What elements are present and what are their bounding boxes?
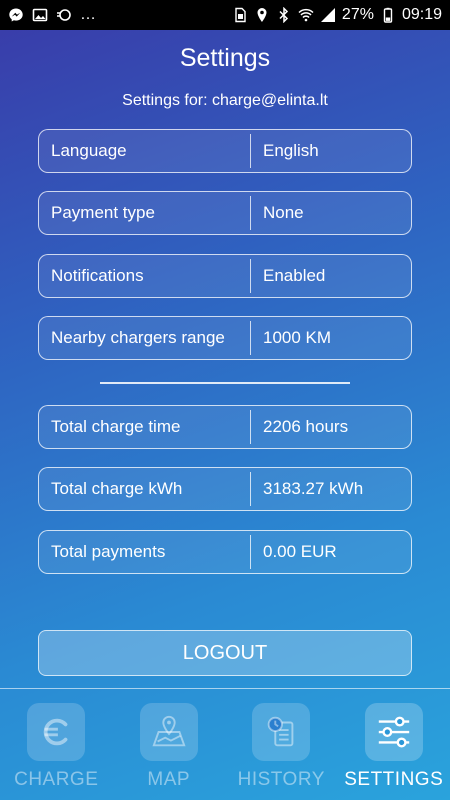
- image-icon: [32, 7, 48, 23]
- setting-label: Payment type: [39, 196, 251, 230]
- stat-value: 0.00 EUR: [263, 542, 337, 561]
- setting-value[interactable]: None: [251, 203, 304, 223]
- wifi-icon: [298, 7, 314, 23]
- tab-charge[interactable]: CHARGE: [0, 689, 113, 800]
- logout-button[interactable]: LOGOUT: [38, 630, 412, 676]
- setting-label: Language: [39, 134, 251, 168]
- setting-nearby-range[interactable]: Nearby chargers range 1000 KM: [38, 316, 412, 360]
- clock: 09:19: [401, 6, 442, 23]
- setting-value[interactable]: English: [251, 141, 319, 161]
- setting-payment-type[interactable]: Payment type None: [38, 191, 412, 235]
- tab-history[interactable]: HISTORY: [225, 689, 338, 800]
- setting-label: Notifications: [39, 259, 251, 293]
- cast-icon: [56, 7, 72, 23]
- tab-settings[interactable]: SETTINGS: [338, 689, 450, 800]
- tab-map[interactable]: MAP: [113, 689, 226, 800]
- more-dots: …: [80, 6, 96, 23]
- setting-language[interactable]: Language English: [38, 129, 412, 173]
- setting-label: Nearby chargers range: [39, 321, 251, 355]
- messenger-icon: [8, 7, 24, 23]
- status-bar: … 27% 09:19: [0, 0, 450, 30]
- battery-percent: 27%: [341, 6, 374, 23]
- account-subtitle: Settings for: charge@elinta.lt: [122, 92, 328, 109]
- section-divider: [100, 382, 350, 384]
- sliders-icon: [364, 703, 423, 761]
- charge-icon: [27, 703, 86, 761]
- battery-icon: [380, 7, 396, 23]
- stat-total-charge-kwh: Total charge kWh 3183.27 kWh: [38, 467, 412, 511]
- stat-total-payments: Total payments 0.00 EUR: [38, 530, 412, 574]
- tab-label: CHARGE: [14, 769, 99, 790]
- tab-label: SETTINGS: [344, 769, 444, 790]
- signal-icon: [320, 7, 336, 23]
- location-icon: [254, 7, 270, 23]
- stat-label: Total payments: [39, 535, 251, 569]
- stat-label: Total charge time: [39, 410, 251, 444]
- page-title: Settings: [179, 44, 271, 72]
- bluetooth-icon: [276, 7, 292, 23]
- stat-label: Total charge kWh: [39, 472, 251, 506]
- map-icon: [139, 703, 198, 761]
- stat-value: 3183.27 kWh: [263, 479, 364, 498]
- stat-total-charge-time: Total charge time 2206 hours: [38, 405, 412, 449]
- history-icon: [252, 703, 311, 761]
- setting-value[interactable]: 1000 KM: [251, 328, 331, 348]
- stat-value: 2206 hours: [263, 417, 349, 436]
- bottom-tab-bar: CHARGE MAP HISTORY SETTINGS: [0, 688, 450, 800]
- setting-notifications[interactable]: Notifications Enabled: [38, 254, 412, 298]
- setting-value[interactable]: Enabled: [251, 266, 325, 286]
- sim-icon: [232, 7, 248, 23]
- tab-label: HISTORY: [237, 769, 325, 790]
- tab-label: MAP: [147, 769, 191, 790]
